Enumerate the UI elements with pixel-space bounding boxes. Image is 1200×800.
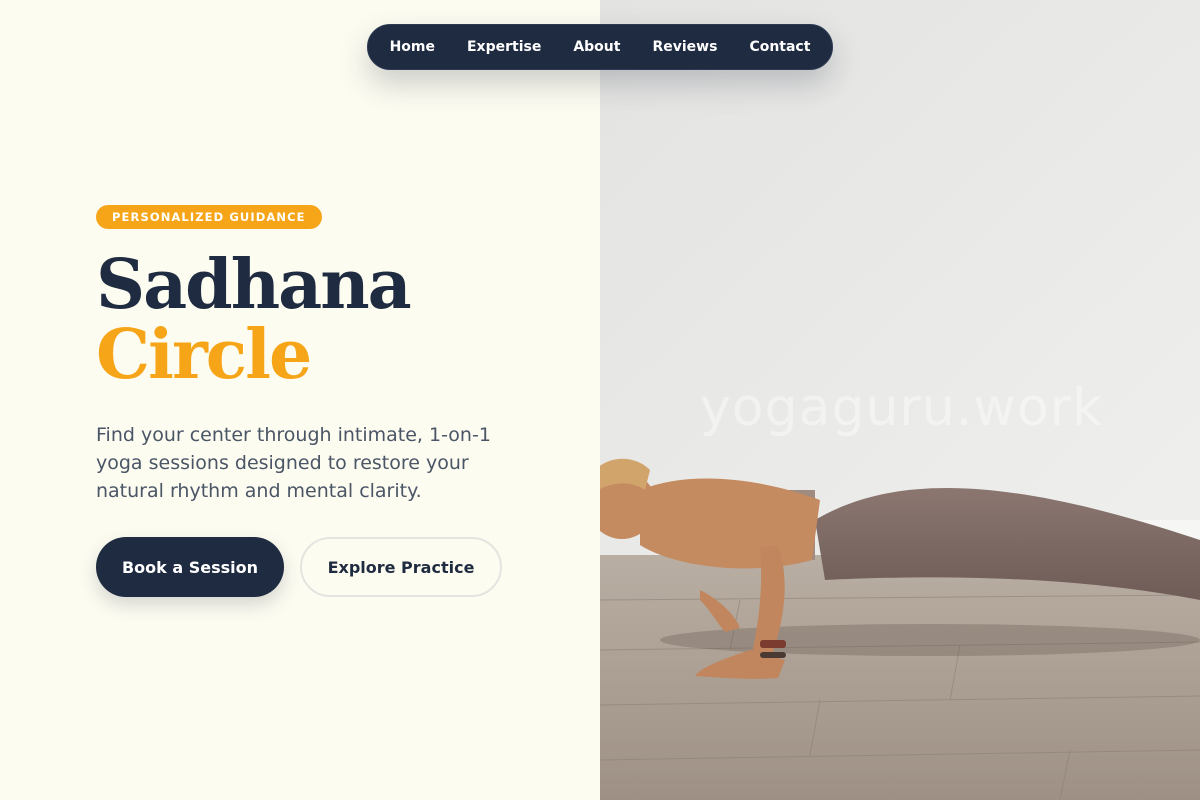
hero-title-line-1: Sadhana <box>96 245 412 325</box>
top-navigation: Home Expertise About Reviews Contact <box>367 24 833 70</box>
nav-reviews[interactable]: Reviews <box>636 39 733 55</box>
hero-title: Sadhana Circle <box>96 245 412 395</box>
yoga-pose-illustration <box>600 0 1200 800</box>
personalized-guidance-badge: PERSONALIZED GUIDANCE <box>96 205 322 229</box>
nav-expertise[interactable]: Expertise <box>451 39 557 55</box>
book-session-button[interactable]: Book a Session <box>96 537 284 597</box>
hero-description: Find your center through intimate, 1-on-… <box>96 424 491 502</box>
hero-title-line-2: Circle <box>96 315 312 395</box>
hero-left-panel <box>0 0 600 800</box>
hero-photo <box>600 0 1200 800</box>
nav-contact[interactable]: Contact <box>733 39 826 55</box>
explore-practice-button[interactable]: Explore Practice <box>300 537 502 597</box>
nav-about[interactable]: About <box>557 39 636 55</box>
nav-home[interactable]: Home <box>374 39 451 55</box>
